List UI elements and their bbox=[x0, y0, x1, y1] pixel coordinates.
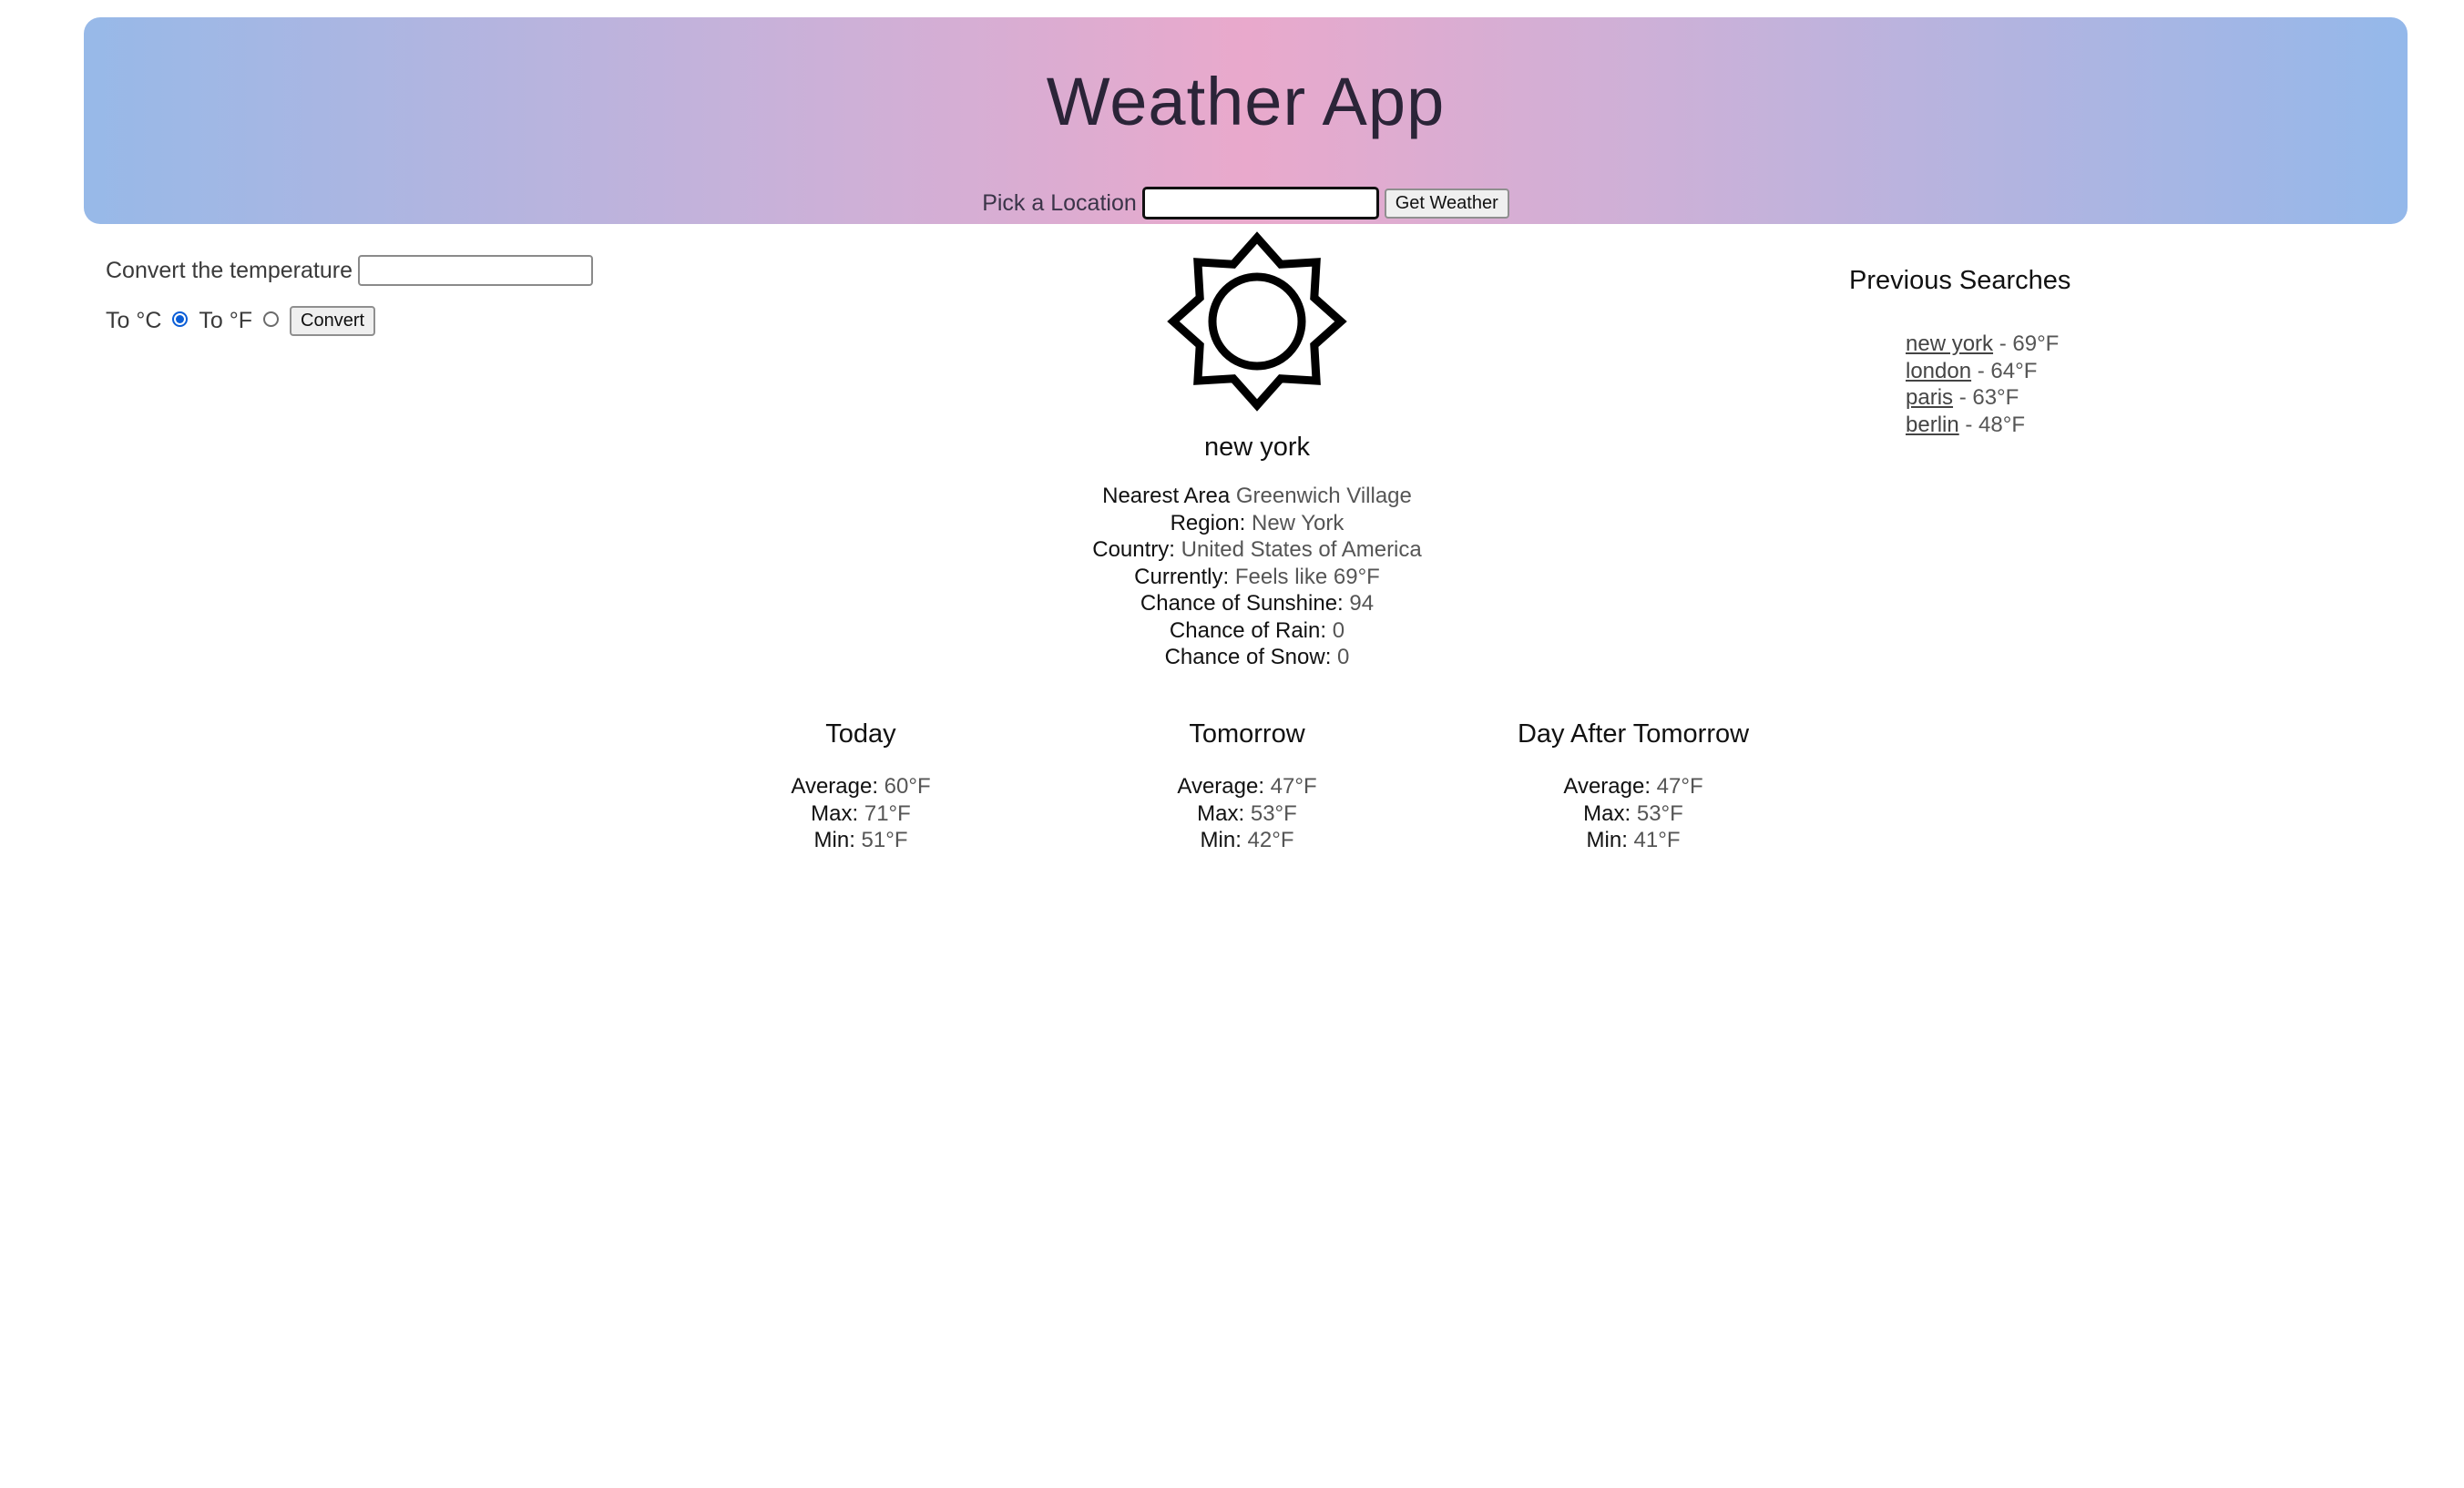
forecast-key: Max: bbox=[1583, 800, 1631, 826]
forecast-title: Day After Tomorrow bbox=[1517, 719, 1750, 749]
forecast-min: Min: 42°F bbox=[1056, 827, 1438, 854]
detail-row: Region: New York bbox=[961, 510, 1553, 537]
to-fahrenheit-radio[interactable] bbox=[263, 311, 280, 327]
forecast-min: Min: 41°F bbox=[1442, 827, 1825, 854]
previous-search-temp: - 69°F bbox=[1993, 331, 2060, 356]
previous-search-link[interactable]: london bbox=[1906, 359, 1971, 383]
location-input[interactable] bbox=[1141, 187, 1379, 219]
current-weather: new york Nearest Area Greenwich Village … bbox=[961, 228, 1553, 671]
previous-search-link[interactable]: berlin bbox=[1906, 413, 1959, 437]
detail-row: Chance of Rain: 0 bbox=[961, 617, 1553, 645]
list-item: new york - 69°F bbox=[1906, 331, 2122, 358]
forecast-value: 60°F bbox=[884, 774, 931, 799]
detail-value: 0 bbox=[1337, 645, 1350, 669]
location-label: Pick a Location bbox=[982, 189, 1137, 216]
previous-searches-title: Previous Searches bbox=[1849, 266, 2071, 295]
forecast-key: Average: bbox=[1177, 774, 1264, 799]
previous-searches: Previous Searches new york - 69°F london… bbox=[1849, 266, 2122, 438]
to-celsius-radio[interactable] bbox=[172, 311, 189, 327]
to-celsius-label: To °C bbox=[106, 308, 162, 333]
previous-search-link[interactable]: new york bbox=[1906, 331, 1993, 356]
detail-value: New York bbox=[1252, 510, 1344, 535]
detail-row: Country: United States of America bbox=[961, 536, 1553, 564]
forecast-value: 41°F bbox=[1633, 828, 1681, 852]
app-title: Weather App bbox=[1046, 64, 1446, 139]
detail-value: United States of America bbox=[1181, 537, 1422, 562]
list-item: paris - 63°F bbox=[1906, 384, 2122, 412]
sun-icon bbox=[961, 228, 1553, 414]
header-banner: Weather App Pick a Location Get Weather bbox=[84, 17, 2408, 224]
previous-searches-list: new york - 69°F london - 64°F paris - 63… bbox=[1906, 331, 2122, 438]
convert-input[interactable] bbox=[357, 255, 593, 286]
detail-row: Currently: Feels like 69°F bbox=[961, 564, 1553, 591]
detail-value: 94 bbox=[1349, 591, 1375, 616]
temperature-converter: Convert the temperature To °C To °F Conv… bbox=[106, 255, 593, 336]
forecast-value: 47°F bbox=[1656, 774, 1703, 799]
forecast-value: 42°F bbox=[1247, 828, 1294, 852]
forecast-key: Max: bbox=[811, 800, 859, 826]
forecast-max: Max: 53°F bbox=[1056, 800, 1438, 828]
forecast-day-after-tomorrow: Day After Tomorrow Average: 47°F Max: 53… bbox=[1442, 719, 1825, 854]
forecast-today: Today Average: 60°F Max: 71°F Min: 51°F bbox=[670, 719, 1052, 854]
forecast-max: Max: 53°F bbox=[1442, 800, 1825, 828]
detail-key: Nearest Area bbox=[1102, 484, 1231, 508]
list-item: berlin - 48°F bbox=[1906, 412, 2122, 439]
previous-search-temp: - 63°F bbox=[1953, 385, 2019, 410]
forecast-key: Average: bbox=[1563, 774, 1651, 799]
previous-search-temp: - 48°F bbox=[1958, 412, 2025, 437]
forecast-value: 47°F bbox=[1270, 774, 1317, 799]
forecast-value: 53°F bbox=[1250, 800, 1297, 826]
forecast-key: Max: bbox=[1197, 800, 1245, 826]
forecast-average: Average: 47°F bbox=[1442, 773, 1825, 800]
forecast-max: Max: 71°F bbox=[670, 800, 1052, 828]
forecast-key: Min: bbox=[1586, 828, 1628, 852]
detail-key: Country: bbox=[1092, 537, 1175, 562]
detail-key: Region: bbox=[1170, 510, 1246, 535]
previous-search-temp: - 64°F bbox=[1971, 358, 2038, 383]
detail-value: Feels like 69°F bbox=[1234, 564, 1380, 589]
forecast-tomorrow: Tomorrow Average: 47°F Max: 53°F Min: 42… bbox=[1056, 719, 1438, 854]
forecast-average: Average: 47°F bbox=[1056, 773, 1438, 800]
detail-key: Chance of Sunshine: bbox=[1140, 591, 1344, 616]
forecast-section: Today Average: 60°F Max: 71°F Min: 51°F … bbox=[0, 719, 2464, 902]
detail-value: Greenwich Village bbox=[1235, 484, 1412, 508]
detail-key: Chance of Rain: bbox=[1169, 617, 1327, 643]
forecast-average: Average: 60°F bbox=[670, 773, 1052, 800]
forecast-min: Min: 51°F bbox=[670, 827, 1052, 854]
weather-app-page: Weather App Pick a Location Get Weather … bbox=[0, 0, 2464, 1488]
get-weather-button[interactable]: Get Weather bbox=[1384, 188, 1509, 219]
previous-search-link[interactable]: paris bbox=[1906, 385, 1953, 410]
forecast-key: Min: bbox=[813, 828, 855, 852]
forecast-value: 71°F bbox=[864, 800, 911, 826]
convert-label: Convert the temperature bbox=[106, 257, 353, 283]
to-fahrenheit-label: To °F bbox=[199, 308, 253, 333]
weather-details: Nearest Area Greenwich Village Region: N… bbox=[961, 483, 1553, 671]
detail-key: Chance of Snow: bbox=[1164, 645, 1332, 669]
list-item: london - 64°F bbox=[1906, 358, 2122, 385]
forecast-value: 53°F bbox=[1636, 800, 1683, 826]
detail-row: Nearest Area Greenwich Village bbox=[961, 483, 1553, 510]
detail-key: Currently: bbox=[1134, 564, 1230, 589]
location-form: Pick a Location Get Weather bbox=[84, 187, 2408, 219]
forecast-title: Tomorrow bbox=[1189, 719, 1305, 749]
forecast-key: Min: bbox=[1200, 828, 1242, 852]
detail-row: Chance of Snow: 0 bbox=[961, 644, 1553, 671]
detail-row: Chance of Sunshine: 94 bbox=[961, 590, 1553, 617]
forecast-title: Today bbox=[825, 719, 896, 749]
forecast-key: Average: bbox=[791, 774, 878, 799]
forecast-value: 51°F bbox=[861, 828, 908, 852]
convert-button[interactable]: Convert bbox=[290, 306, 376, 336]
city-name: new york bbox=[1203, 433, 1311, 462]
detail-value: 0 bbox=[1332, 617, 1345, 643]
